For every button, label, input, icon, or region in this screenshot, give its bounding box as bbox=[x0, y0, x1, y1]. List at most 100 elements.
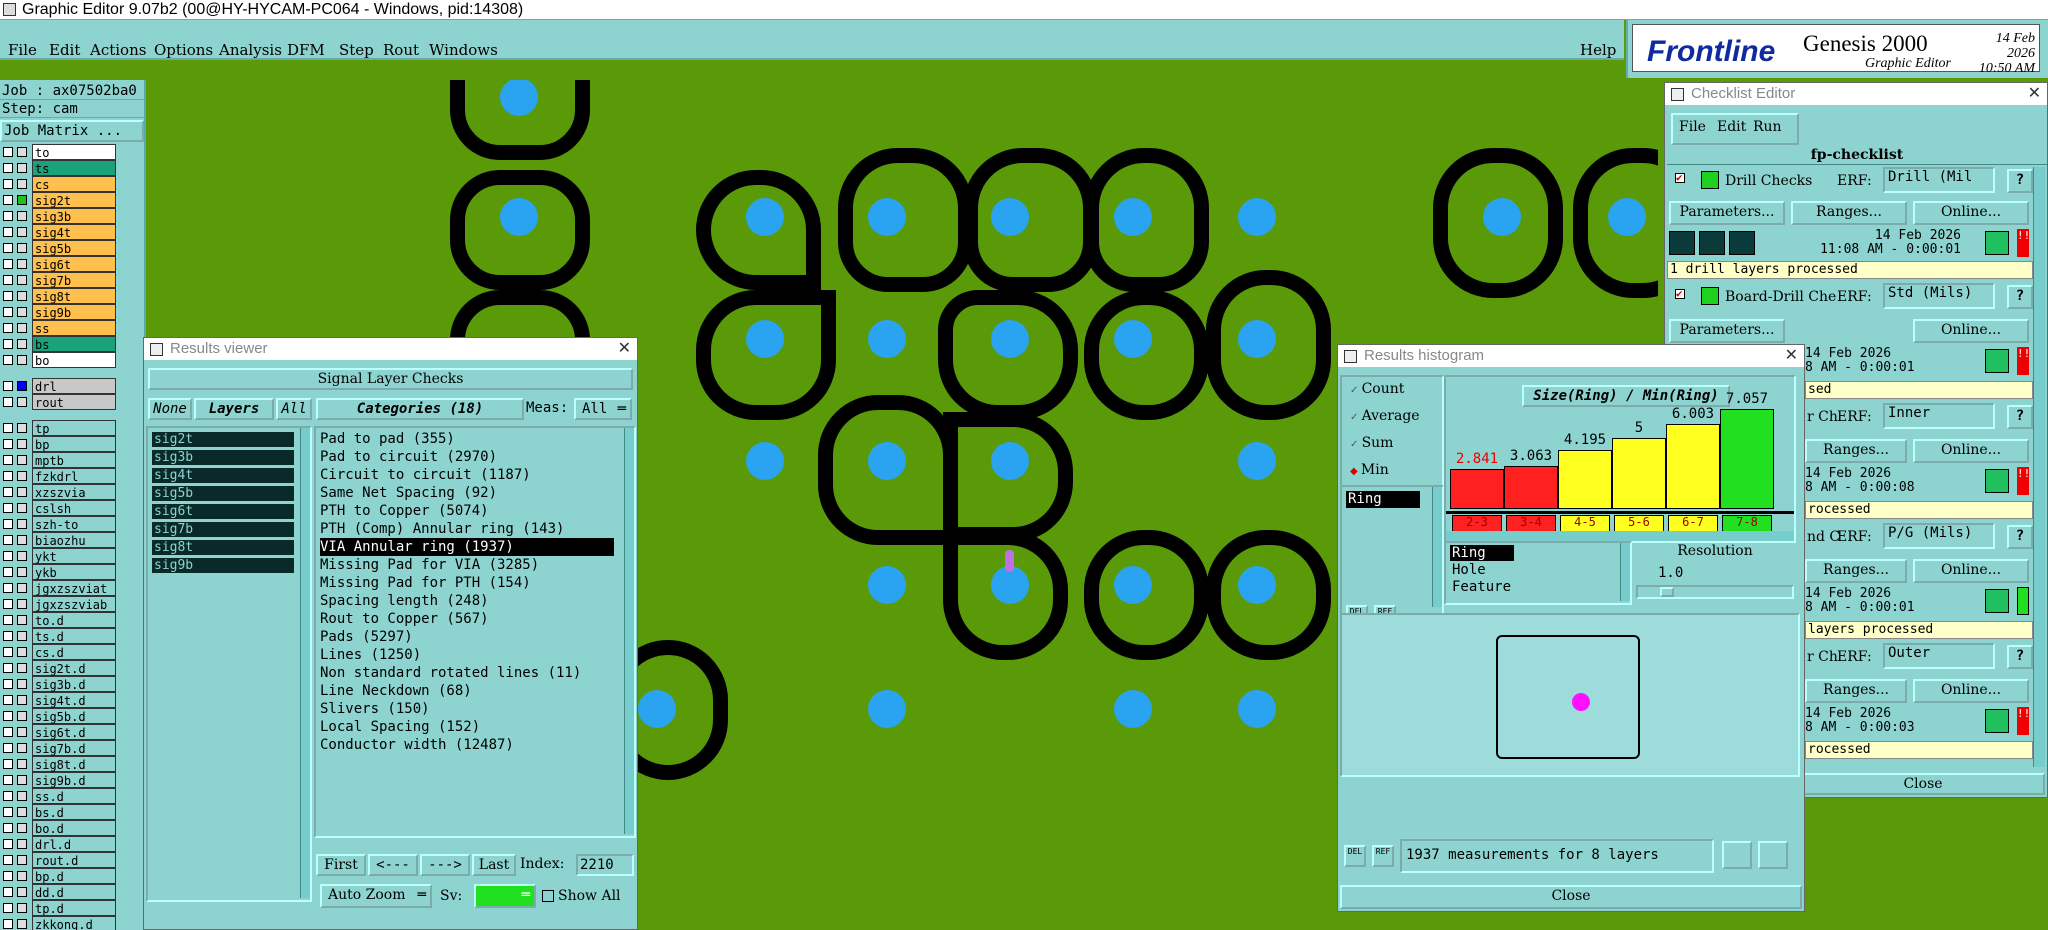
category-item[interactable]: Local Spacing (152) bbox=[320, 718, 480, 736]
layer-row[interactable]: to bbox=[0, 144, 116, 160]
stat-option[interactable]: ✓ Sum bbox=[1350, 435, 1393, 451]
zoom-icon[interactable] bbox=[1985, 349, 2009, 373]
layer-display-checkbox[interactable] bbox=[3, 227, 13, 237]
via-pad[interactable] bbox=[638, 690, 676, 728]
layer-row[interactable]: sig5b.d bbox=[0, 708, 116, 724]
type-item[interactable]: Feature bbox=[1450, 579, 1514, 595]
online-button[interactable]: Online... bbox=[1913, 201, 2029, 225]
layer-affected-checkbox[interactable] bbox=[17, 355, 27, 365]
layer-results-list[interactable]: sig2t sig3b sig4t sig5b sig6t sig7b sig8t sig9b bbox=[146, 426, 312, 902]
run-icon[interactable] bbox=[1729, 231, 1755, 255]
layer-row[interactable]: biaozhu bbox=[0, 532, 116, 548]
layers-button[interactable]: Layers bbox=[194, 398, 274, 420]
layer-name[interactable]: bo bbox=[32, 352, 116, 368]
layer-name[interactable]: to.d bbox=[32, 612, 116, 628]
category-item[interactable]: Slivers (150) bbox=[320, 700, 430, 718]
layer-name[interactable]: jgxzszviab bbox=[32, 596, 116, 612]
layer-affected-checkbox[interactable] bbox=[17, 855, 27, 865]
pg-check-label[interactable]: nd C bbox=[1807, 529, 1840, 545]
layer-row[interactable]: sig6t.d bbox=[0, 724, 116, 740]
category-item[interactable]: Pad to pad (355) bbox=[320, 430, 455, 448]
layer-affected-checkbox[interactable] bbox=[17, 147, 27, 157]
via-pad[interactable] bbox=[868, 320, 906, 358]
via-pad[interactable] bbox=[991, 442, 1029, 480]
stat-option[interactable]: ◆ Min bbox=[1350, 462, 1389, 478]
layer-display-checkbox[interactable] bbox=[3, 163, 13, 173]
via-pad[interactable] bbox=[746, 198, 784, 236]
parameters-button[interactable]: Parameters... bbox=[1669, 319, 1785, 343]
result-layer-item[interactable]: sig6t bbox=[152, 504, 294, 519]
layer-name[interactable]: tp bbox=[32, 420, 116, 436]
scrollbar[interactable] bbox=[1620, 543, 1630, 601]
layer-display-checkbox[interactable] bbox=[3, 487, 13, 497]
layer-row[interactable]: sig7b bbox=[0, 272, 116, 288]
via-pad[interactable] bbox=[1608, 198, 1646, 236]
layer-name[interactable]: mptb bbox=[32, 452, 116, 468]
layer-affected-checkbox[interactable] bbox=[17, 259, 27, 269]
layer-name[interactable]: sig8t.d bbox=[32, 756, 116, 772]
layer-row[interactable]: bs.d bbox=[0, 804, 116, 820]
via-pad[interactable] bbox=[1238, 566, 1276, 604]
via-pad[interactable] bbox=[868, 690, 906, 728]
layer-display-checkbox[interactable] bbox=[3, 291, 13, 301]
board-drill-erf-field[interactable]: Std (Mils) bbox=[1883, 283, 1995, 309]
category-item[interactable]: Non standard rotated lines (11) bbox=[320, 664, 581, 682]
layer-row[interactable]: sig3b bbox=[0, 208, 116, 224]
online-button[interactable]: Online... bbox=[1913, 319, 2029, 343]
layer-display-checkbox[interactable] bbox=[3, 397, 13, 407]
layer-affected-checkbox[interactable] bbox=[17, 839, 27, 849]
layer-row[interactable]: cs.d bbox=[0, 644, 116, 660]
via-pad[interactable] bbox=[500, 198, 538, 236]
via-pad[interactable] bbox=[868, 566, 906, 604]
layer-name[interactable]: ts.d bbox=[32, 628, 116, 644]
stat-option[interactable]: ✓ Count bbox=[1350, 381, 1404, 397]
scrollbar[interactable] bbox=[624, 428, 634, 834]
layer-affected-checkbox[interactable] bbox=[17, 503, 27, 513]
layer-display-checkbox[interactable] bbox=[3, 471, 13, 481]
category-item[interactable]: Missing Pad for PTH (154) bbox=[320, 574, 531, 592]
histogram-bar[interactable] bbox=[1612, 438, 1666, 509]
layer-affected-checkbox[interactable] bbox=[17, 163, 27, 173]
checklist-menu-run[interactable]: Run bbox=[1753, 119, 1782, 135]
close-button[interactable]: Close bbox=[1801, 773, 2045, 795]
menu-analysis[interactable]: Analysis bbox=[219, 41, 282, 59]
layer-row[interactable]: ss bbox=[0, 320, 116, 336]
histogram-bar[interactable] bbox=[1558, 450, 1612, 509]
via-pad[interactable] bbox=[1238, 442, 1276, 480]
layer-name[interactable]: sig2t.d bbox=[32, 660, 116, 676]
menu-dfm[interactable]: DFM bbox=[287, 41, 325, 59]
menu-windows[interactable]: Windows bbox=[429, 41, 498, 59]
index-input[interactable]: 2210 bbox=[576, 854, 634, 876]
field-list[interactable]: Ring DEL REF bbox=[1340, 485, 1444, 631]
layer-name[interactable]: ss bbox=[32, 320, 116, 336]
layer-name[interactable]: sig4t.d bbox=[32, 692, 116, 708]
layer-affected-checkbox[interactable] bbox=[17, 323, 27, 333]
layer-row[interactable]: sig7b.d bbox=[0, 740, 116, 756]
report-icon[interactable] bbox=[1758, 841, 1788, 869]
result-layer-item[interactable]: sig3b bbox=[152, 450, 294, 465]
layer-affected-checkbox[interactable] bbox=[17, 307, 27, 317]
layer-name[interactable]: sig4t bbox=[32, 224, 116, 240]
zoom-icon[interactable] bbox=[1985, 231, 2009, 255]
layer-row[interactable]: bo.d bbox=[0, 820, 116, 836]
category-item[interactable]: PTH (Comp) Annular ring (143) bbox=[320, 520, 564, 538]
type-list[interactable]: Ring Hole Feature bbox=[1444, 541, 1632, 605]
layer-row[interactable]: bs bbox=[0, 336, 116, 352]
layer-affected-checkbox[interactable] bbox=[17, 871, 27, 881]
category-item[interactable]: Circuit to circuit (1187) bbox=[320, 466, 531, 484]
help-button[interactable]: ? bbox=[2007, 525, 2033, 549]
layer-display-checkbox[interactable] bbox=[3, 759, 13, 769]
layer-name[interactable]: sig6t bbox=[32, 256, 116, 272]
layer-affected-checkbox[interactable] bbox=[17, 647, 27, 657]
drill-erf-field[interactable]: Drill (Mil bbox=[1883, 167, 1995, 193]
layer-display-checkbox[interactable] bbox=[3, 339, 13, 349]
layer-name[interactable]: rout bbox=[32, 394, 116, 410]
layer-name[interactable]: bp bbox=[32, 436, 116, 452]
layer-name[interactable]: bs.d bbox=[32, 804, 116, 820]
help-button[interactable]: ? bbox=[2007, 645, 2033, 669]
stat-option[interactable]: ✓ Average bbox=[1350, 408, 1420, 424]
via-pad[interactable] bbox=[868, 442, 906, 480]
all-button[interactable]: All bbox=[276, 398, 312, 420]
parameters-button[interactable]: Parameters... bbox=[1669, 201, 1785, 225]
layer-affected-checkbox[interactable] bbox=[17, 791, 27, 801]
